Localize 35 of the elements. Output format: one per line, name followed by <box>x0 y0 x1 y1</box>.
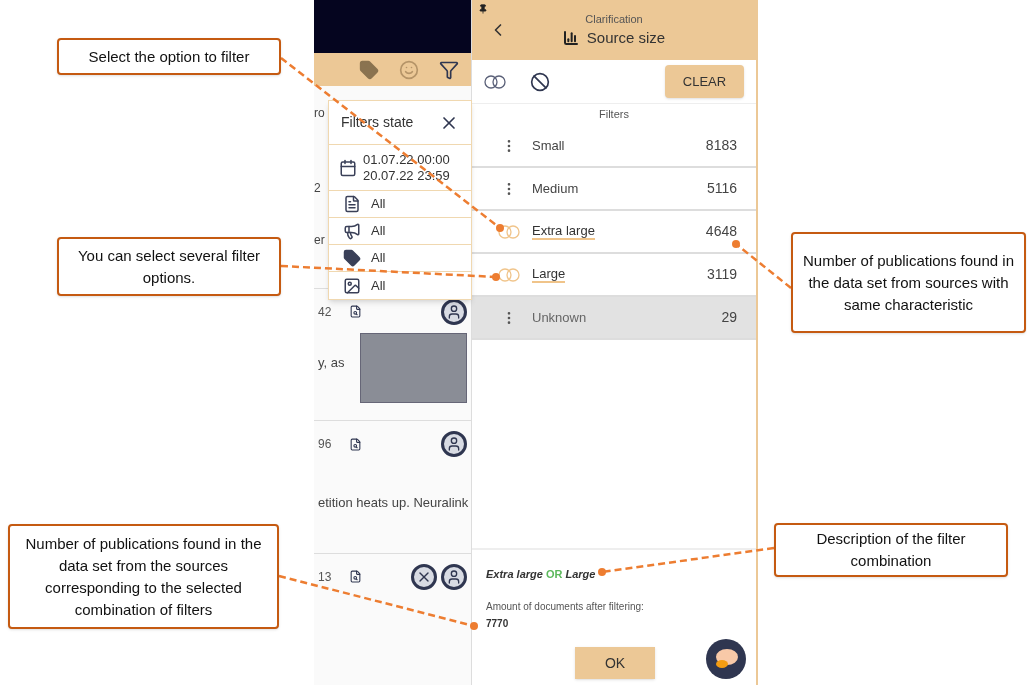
callout: Number of publications found in the data set from sources with same characteristic <box>791 232 1026 333</box>
callout: You can select several filter options. <box>57 237 281 296</box>
callout: Description of the filter combination <box>774 523 1008 577</box>
callout: Number of publications found in the data set from the sources corresponding to the selected combination of filters <box>8 524 279 629</box>
option-count: 5116 <box>706 179 737 198</box>
option-label: Small <box>532 136 565 155</box>
text-fragment: er <box>314 231 325 249</box>
item-text: etition heats up. Neuralink <box>318 494 469 513</box>
filter-value: All <box>371 249 386 268</box>
panel-title: Source size <box>586 28 666 48</box>
filter-combination: Extra large OR Large <box>486 567 597 582</box>
option-count: 29 <box>721 308 737 327</box>
text-fragment: 2 <box>314 179 321 197</box>
option-label: Extra large <box>532 223 595 240</box>
item-count: 96 <box>318 436 332 454</box>
option-label: Large <box>532 266 566 283</box>
item-count: 42 <box>318 303 332 321</box>
option-count: 4648 <box>705 222 737 241</box>
option-count: 3119 <box>706 265 737 284</box>
option-label: Unknown <box>532 308 587 327</box>
date-from: 01.07.22 00:00 <box>363 151 450 168</box>
item-count: 13 <box>318 568 332 586</box>
filter-value: All <box>371 195 386 214</box>
option-label: Medium <box>532 179 579 198</box>
item-text: y, as <box>318 353 345 372</box>
amount-value: 7770 <box>486 616 510 631</box>
section-label: Filters <box>599 107 629 123</box>
amount-label: Amount of documents after filtering: <box>486 599 645 614</box>
date-to: 20.07.22 23:59 <box>363 167 450 184</box>
filter-value: All <box>371 222 386 241</box>
panel-subtitle: Clarification <box>585 11 643 27</box>
callout: Select the option to filter <box>57 38 281 75</box>
popup-title: Filters state <box>341 113 414 132</box>
option-count: 8183 <box>705 136 737 155</box>
text-fragment: ro <box>314 104 325 122</box>
